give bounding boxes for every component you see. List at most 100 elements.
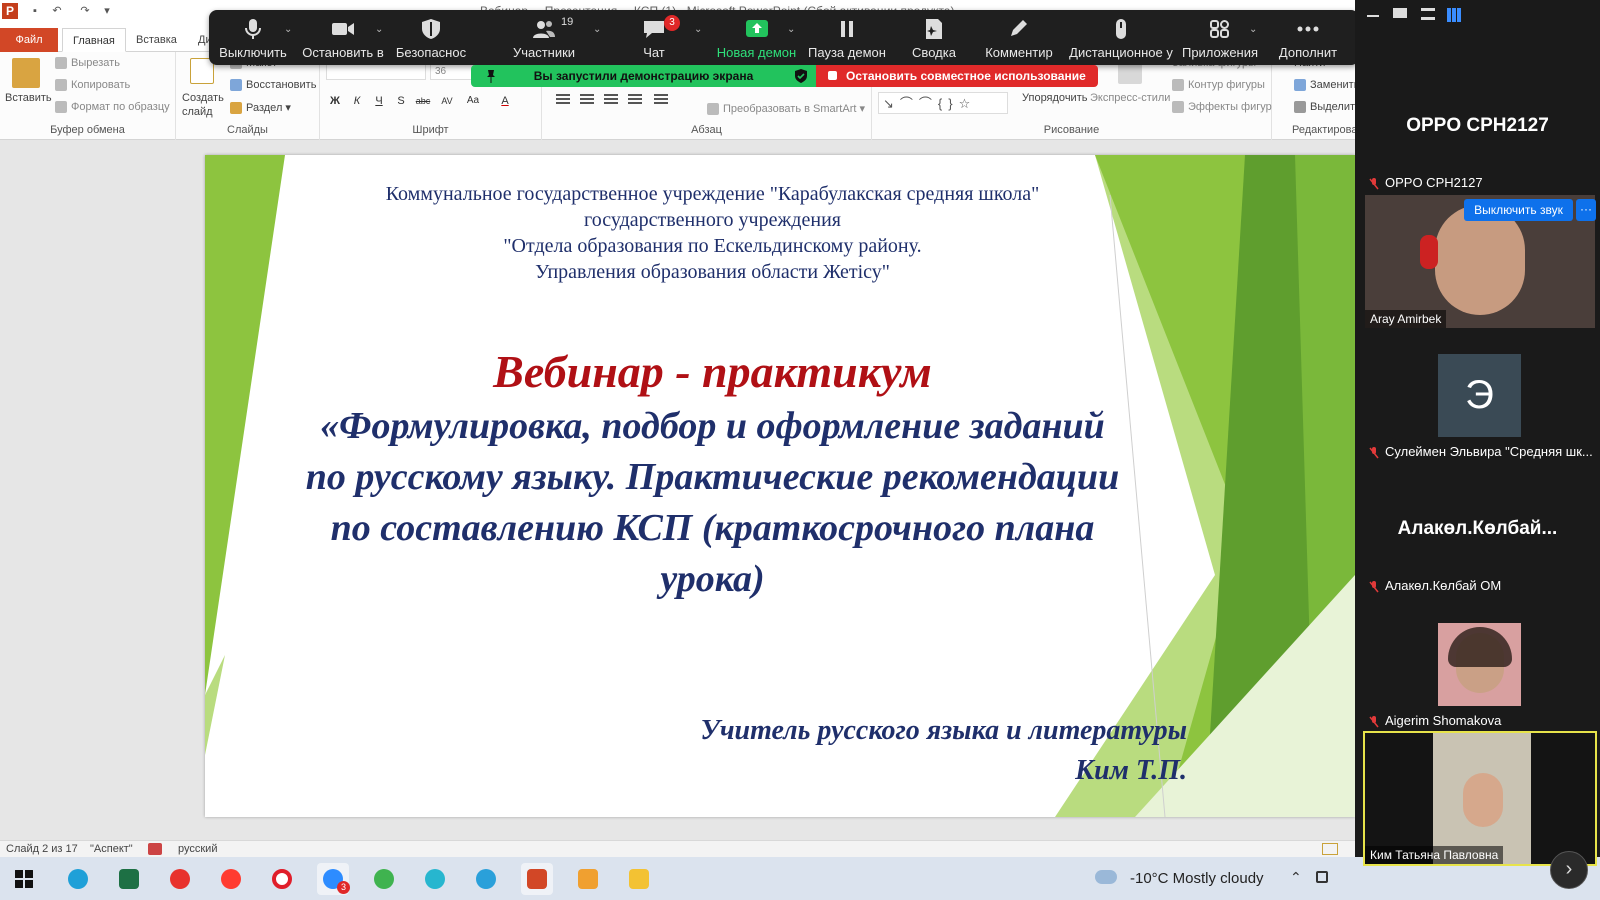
copy-icon <box>55 79 67 92</box>
file-explorer-icon[interactable] <box>623 863 655 895</box>
align-left-icon[interactable] <box>554 92 572 110</box>
participant-video-tile-5[interactable]: Ким Татьяна Павловна <box>1363 731 1597 866</box>
mute-options-caret-icon[interactable]: ⌄ <box>284 24 292 35</box>
powerpoint-taskbar-icon[interactable] <box>521 863 553 895</box>
save-icon[interactable]: ▪ <box>28 4 42 18</box>
pause-share-button[interactable]: Пауза демон <box>802 10 892 65</box>
stop-square-icon <box>828 71 837 80</box>
align-center-icon[interactable] <box>578 92 596 110</box>
char-spacing-button[interactable]: AV <box>438 92 456 110</box>
new-slide-button-line2[interactable]: слайд <box>182 106 213 118</box>
tile-more-button[interactable]: ··· <box>1576 199 1596 221</box>
yandex-icon[interactable] <box>164 863 196 895</box>
participant-avatar-4[interactable] <box>1438 623 1521 706</box>
more-button[interactable]: Дополнит <box>1267 10 1349 65</box>
italic-button[interactable]: К <box>348 92 366 110</box>
columns-icon[interactable] <box>652 92 670 110</box>
font-name-input[interactable] <box>326 64 426 80</box>
slide-canvas[interactable]: Коммунальное государственное учреждение … <box>205 155 1355 817</box>
remote-control-icon <box>1116 19 1126 39</box>
stop-share-button[interactable]: Остановить совместное использование <box>816 65 1098 87</box>
yandex-browser-icon[interactable] <box>215 863 247 895</box>
new-slide-button[interactable]: Создать <box>182 92 224 104</box>
strikethrough-button[interactable]: abc <box>414 92 432 110</box>
opera-icon[interactable] <box>266 863 298 895</box>
next-page-chevron-icon[interactable]: › <box>1550 851 1588 889</box>
tray-device-icon[interactable] <box>1316 871 1328 883</box>
canva-icon[interactable] <box>419 863 451 895</box>
format-painter-button[interactable]: Формат по образцу <box>55 101 170 114</box>
tab-file[interactable]: Файл <box>0 28 58 52</box>
unmute-button[interactable]: Выключить звук <box>1464 199 1573 221</box>
shape-outline-button[interactable]: Контур фигуры <box>1172 79 1265 92</box>
windows-start-icon[interactable] <box>8 863 40 895</box>
cut-button[interactable]: Вырезать <box>55 57 120 70</box>
apps-options-caret-icon[interactable]: ⌄ <box>1249 24 1257 35</box>
tab-insert[interactable]: Вставка <box>126 28 187 52</box>
normal-view-icon[interactable] <box>1322 843 1338 855</box>
scissors-icon <box>55 57 67 70</box>
restore-icon[interactable] <box>1393 8 1409 22</box>
undo-icon[interactable]: ↶ <box>50 4 64 18</box>
font-color-button[interactable]: A <box>496 92 514 110</box>
tab-home[interactable]: Главная <box>62 28 126 52</box>
shapes-gallery[interactable]: ↘⌒⌒{}☆ <box>878 92 1008 114</box>
media-player-icon[interactable] <box>572 863 604 895</box>
minimize-icon[interactable] <box>1367 8 1381 22</box>
redo-icon[interactable]: ↷ <box>78 4 92 18</box>
change-case-button[interactable]: Aa <box>464 92 482 110</box>
mute-button[interactable]: Выключить <box>209 10 297 65</box>
font-size-input[interactable]: 36 <box>430 64 474 80</box>
video-options-caret-icon[interactable]: ⌄ <box>375 24 383 35</box>
stop-video-button[interactable]: Остановить в <box>297 10 389 65</box>
underline-button[interactable]: Ч <box>370 92 388 110</box>
shadow-button[interactable]: S <box>392 92 410 110</box>
participants-options-caret-icon[interactable]: ⌄ <box>593 24 601 35</box>
tray-chevron-up-icon[interactable]: ⌃ <box>1290 869 1302 886</box>
align-right-icon[interactable] <box>602 92 620 110</box>
remote-control-button[interactable]: Дистанционное у <box>1066 10 1176 65</box>
telegram-logo-icon <box>476 869 496 889</box>
bold-button[interactable]: Ж <box>326 92 344 110</box>
replace-button[interactable]: Заменить <box>1294 79 1355 92</box>
quick-styles-icon <box>1118 62 1142 84</box>
new-share-button[interactable]: Новая демон <box>714 10 799 65</box>
telegram-icon[interactable] <box>470 863 502 895</box>
quick-styles-button[interactable]: Экспресс-стили <box>1090 92 1170 104</box>
summary-button[interactable]: Сводка <box>892 10 976 65</box>
spellcheck-icon[interactable] <box>148 843 162 855</box>
subtitle-line-2: по русскому языку. Практические рекоменд… <box>305 456 1120 498</box>
pin-icon[interactable] <box>486 69 496 83</box>
convert-smartart-button[interactable]: Преобразовать в SmartArt ▾ <box>707 102 865 116</box>
annotate-button[interactable]: Комментир <box>976 10 1062 65</box>
participants-button[interactable]: Участники <box>494 10 594 65</box>
share-options-caret-icon[interactable]: ⌄ <box>787 24 795 35</box>
edge-icon[interactable] <box>62 863 94 895</box>
tile-name-5: Ким Татьяна Павловна <box>1365 846 1504 864</box>
select-button[interactable]: Выделить <box>1294 101 1355 114</box>
paste-button[interactable]: Вставить <box>5 92 52 104</box>
zoom-taskbar-icon[interactable]: 3 <box>317 863 350 895</box>
reset-button[interactable]: Восстановить <box>230 79 316 92</box>
cursor-icon <box>1294 101 1306 114</box>
chat-options-caret-icon[interactable]: ⌄ <box>694 24 702 35</box>
mic-muted-icon <box>1369 715 1379 728</box>
security-button[interactable]: Безопаснос <box>389 10 473 65</box>
language-indicator[interactable]: русский <box>178 843 217 855</box>
arrange-button[interactable]: Упорядочить <box>1022 92 1087 104</box>
shape-effects-button[interactable]: Эффекты фигур <box>1172 101 1272 114</box>
select-label: Выделить <box>1310 101 1355 113</box>
section-button[interactable]: Раздел ▾ <box>230 101 291 115</box>
plus-app-icon[interactable] <box>368 863 400 895</box>
gallery-grid-icon[interactable] <box>1447 8 1463 22</box>
justify-icon[interactable] <box>626 92 644 110</box>
apps-button[interactable]: Приложения <box>1179 10 1261 65</box>
qat-customize-icon[interactable]: ▾ <box>100 4 114 18</box>
excel-icon[interactable] <box>113 863 145 895</box>
weather-widget[interactable]: -10°C Mostly cloudy <box>1130 870 1264 887</box>
smartart-label: Преобразовать в SmartArt <box>723 103 857 115</box>
edge-logo-icon <box>68 869 88 889</box>
mic-muted-icon <box>1369 177 1379 190</box>
copy-button[interactable]: Копировать <box>55 79 130 92</box>
view-switch-icon[interactable] <box>1421 8 1437 22</box>
